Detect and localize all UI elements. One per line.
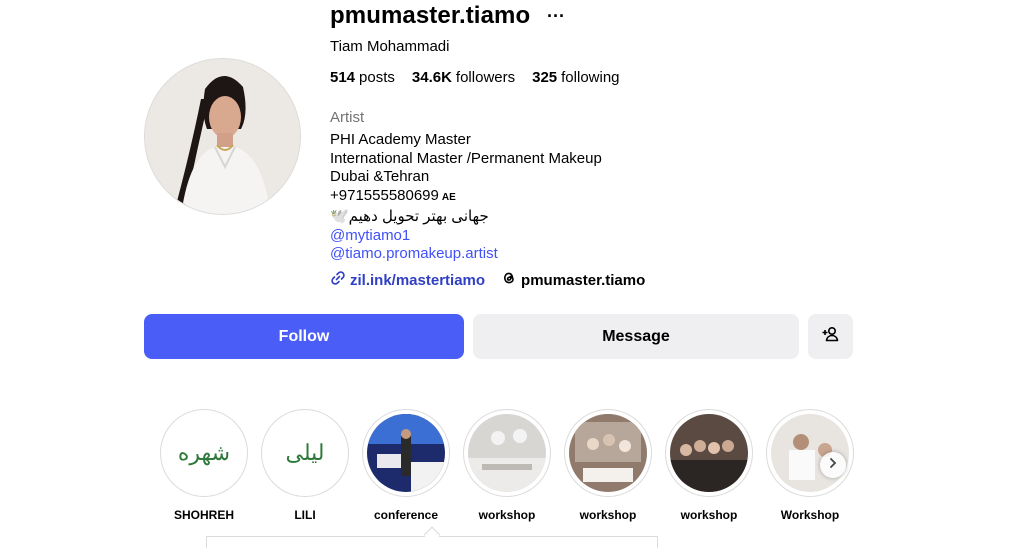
bio-phone: +971555580699 [330,187,439,205]
highlight-cover [569,414,647,492]
threads-icon [501,270,521,290]
threads-link[interactable]: pmumaster.tiamo [501,270,645,290]
bio-phone-line: +971555580699 AE [330,187,602,208]
highlight-cover [670,414,748,492]
profile-page: pmumaster.tiamo ··· Tiam Mohammadi 514 po… [0,0,1024,548]
avatar-photo [145,59,300,214]
highlight-cover: لیلی [266,414,344,492]
highlight-ring [362,409,450,497]
add-user-icon [822,325,840,348]
suggested-accounts-button[interactable] [808,314,853,359]
highlight-ring [766,409,854,497]
profile-full-name: Tiam Mohammadi [330,38,450,55]
stat-count: 514 [330,69,356,86]
highlight-label: workshop [478,508,536,522]
highlight-item[interactable]: conference [362,409,450,522]
chevron-right-icon [827,456,839,474]
highlight-ring [564,409,652,497]
bio-mention-link[interactable]: @mytiamo1 [330,227,602,246]
follow-button[interactable]: Follow [144,314,464,359]
bio-mention-link[interactable]: @tiamo.promakeup.artist [330,245,602,264]
highlight-photo [670,414,748,492]
highlight-photo [468,414,546,492]
external-link-text: zil.ink/mastertiamo [350,271,486,289]
stat-following[interactable]: 325 following [532,69,619,86]
profile-avatar[interactable] [144,58,301,215]
flag-badge: AE [441,192,456,204]
bio-line: International Master /Permanent Makeup [330,149,602,167]
threads-handle: pmumaster.tiamo [521,271,646,289]
highlight-ring [665,409,753,497]
highlight-ring: شهره [160,409,248,497]
more-options-icon[interactable]: ··· [547,6,565,27]
stat-followers[interactable]: 34.6K followers [412,69,515,86]
stat-count: 34.6K [411,69,452,86]
link-icon [330,270,350,290]
highlight-calligraphy: لیلی [285,440,325,466]
profile-stats: 514 posts 34.6K followers 325 following [330,69,620,86]
bio-line: Dubai &Tehran [330,168,430,186]
stat-posts: 514 posts [330,69,395,86]
stat-label: posts [359,69,395,86]
highlight-item[interactable]: workshop [665,409,753,522]
external-link[interactable]: zil.ink/mastertiamo [330,270,485,290]
profile-bio: PHI Academy Master International Master … [330,131,602,264]
highlight-ring: لیلی [261,409,349,497]
highlights-next-button[interactable] [820,452,846,478]
highlight-ring [463,409,551,497]
highlight-label: workshop [680,508,738,522]
highlight-label: LILI [294,508,316,522]
message-button[interactable]: Message [473,314,799,359]
highlight-item[interactable]: workshop [564,409,652,522]
highlight-label: conference [373,508,439,522]
profile-username: pmumaster.tiamo [330,2,531,29]
profile-category: Artist [330,109,365,126]
stat-label: following [561,69,620,86]
highlight-calligraphy: شهره [177,440,231,466]
highlight-item[interactable]: لیلی LILI [261,409,349,522]
highlight-photo [569,414,647,492]
highlight-cover: شهره [165,414,243,492]
stat-label: followers [455,69,516,86]
stat-count: 325 [532,69,558,86]
profile-links: zil.ink/mastertiamo pmumaster.tiamo [330,270,645,290]
highlight-label: Workshop [780,508,840,522]
highlight-cover [468,414,546,492]
highlight-item[interactable]: workshop [463,409,551,522]
highlight-cover [367,414,445,492]
highlight-label: workshop [579,508,637,522]
highlight-photo [367,414,445,492]
bio-line: PHI Academy Master [330,131,471,148]
highlight-label: SHOHREH [173,508,234,522]
bio-persian-line: جهانی بهتر تحویل دهیم🕊️ [330,207,489,225]
highlight-item[interactable]: شهره SHOHREH [160,409,248,522]
